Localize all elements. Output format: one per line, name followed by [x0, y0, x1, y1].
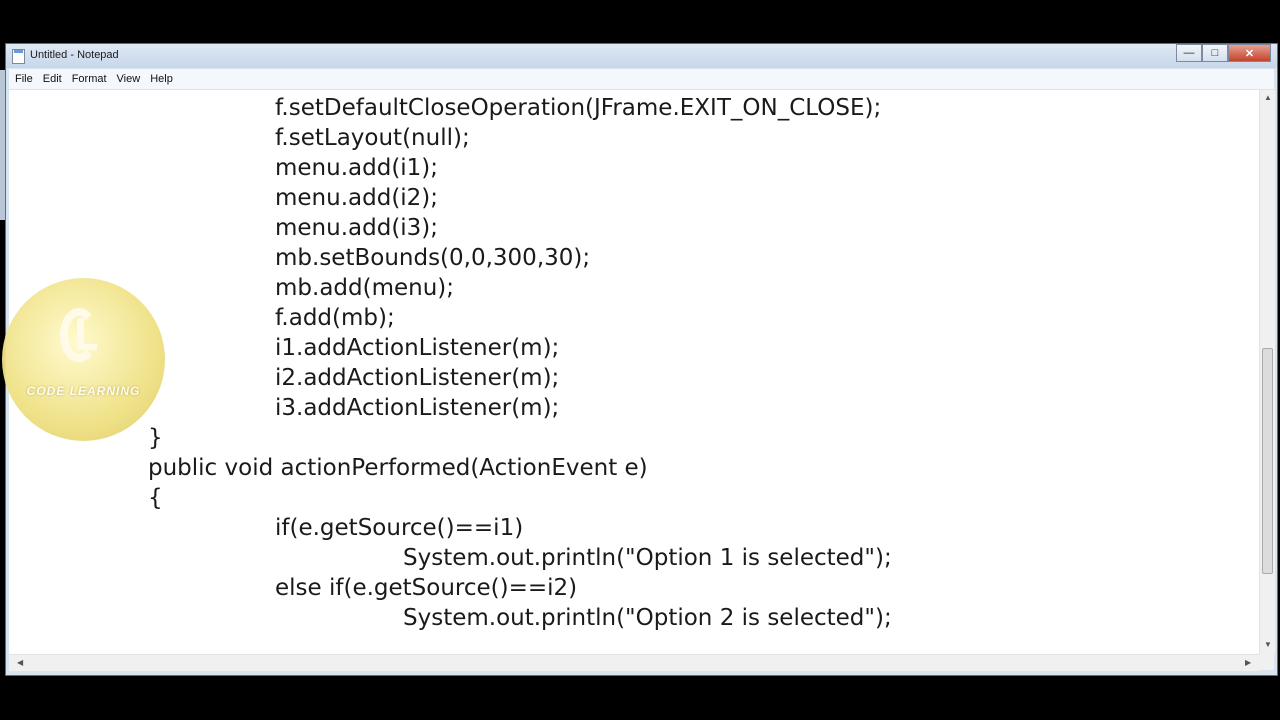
logo-l-foot — [77, 344, 97, 350]
code-line: i1.addActionListener(m); — [275, 335, 560, 361]
code-line: { — [148, 485, 163, 511]
menu-edit[interactable]: Edit — [38, 73, 67, 85]
notepad-icon[interactable] — [12, 49, 25, 64]
scroll-up-arrow-icon[interactable]: ▲ — [1264, 93, 1272, 102]
minimize-icon: — — [1183, 47, 1195, 59]
horizontal-scrollbar[interactable]: ◀ ▶ — [9, 654, 1259, 671]
code-learning-logo: CODE LEARNING — [2, 278, 165, 441]
caption-buttons: — □ ✕ — [1176, 44, 1271, 63]
close-button[interactable]: ✕ — [1228, 44, 1271, 62]
window-title: Untitled - Notepad — [30, 49, 119, 61]
code-line: System.out.println("Option 2 is selected… — [403, 605, 892, 631]
menu-file[interactable]: File — [9, 73, 38, 85]
scrollbar-corner — [1259, 654, 1274, 670]
code-line: menu.add(i3); — [275, 215, 439, 241]
menu-help[interactable]: Help — [145, 73, 178, 85]
scroll-right-arrow-icon[interactable]: ▶ — [1245, 658, 1251, 667]
menu-format[interactable]: Format — [67, 73, 112, 85]
code-line: mb.add(menu); — [275, 275, 455, 301]
menu-view[interactable]: View — [112, 73, 146, 85]
code-line: f.add(mb); — [275, 305, 395, 331]
code-line: f.setLayout(null); — [275, 125, 470, 151]
code-line: f.setDefaultCloseOperation(JFrame.EXIT_O… — [275, 95, 882, 121]
code-line: System.out.println("Option 1 is selected… — [403, 545, 892, 571]
minimize-button[interactable]: — — [1176, 44, 1202, 62]
close-icon: ✕ — [1244, 47, 1255, 60]
code-line: i2.addActionListener(m); — [275, 365, 560, 391]
code-line: mb.setBounds(0,0,300,30); — [275, 245, 591, 271]
text-editor-area[interactable]: f.setDefaultCloseOperation(JFrame.EXIT_O… — [9, 90, 1259, 654]
code-line: menu.add(i2); — [275, 185, 439, 211]
maximize-icon: □ — [1211, 47, 1219, 59]
notepad-window: Untitled - Notepad — □ ✕ File Edit Forma… — [5, 43, 1278, 676]
logo-text: CODE LEARNING — [26, 384, 141, 398]
title-bar[interactable]: Untitled - Notepad — □ ✕ — [6, 44, 1277, 68]
maximize-button[interactable]: □ — [1202, 44, 1228, 62]
scroll-left-arrow-icon[interactable]: ◀ — [17, 658, 23, 667]
code-line: public void actionPerformed(ActionEvent … — [148, 455, 648, 481]
menu-bar: File Edit Format View Help — [9, 69, 1274, 90]
code-line: menu.add(i1); — [275, 155, 439, 181]
scroll-down-arrow-icon[interactable]: ▼ — [1264, 640, 1272, 649]
code-line: if(e.getSource()==i1) — [275, 515, 524, 541]
vertical-scrollbar[interactable]: ▲ ▼ — [1259, 90, 1275, 654]
code-line: i3.addActionListener(m); — [275, 395, 560, 421]
vertical-scroll-thumb[interactable] — [1262, 348, 1273, 574]
code-line: else if(e.getSource()==i2) — [275, 575, 578, 601]
code-line: } — [148, 425, 163, 451]
